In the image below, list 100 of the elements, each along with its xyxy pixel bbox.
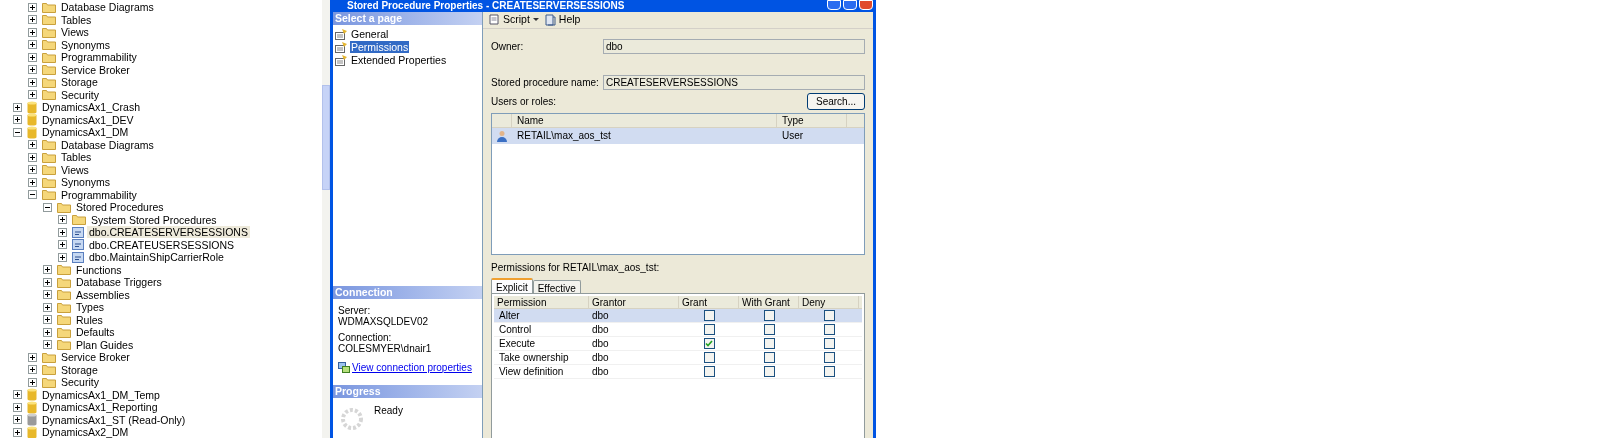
minimize-icon[interactable] — [827, 0, 841, 10]
expand-icon[interactable] — [28, 77, 37, 87]
column-header[interactable]: Deny — [799, 295, 859, 308]
tree-item[interactable]: Views — [59, 26, 91, 39]
help-button[interactable]: Help — [544, 12, 581, 28]
tree-item[interactable]: Types — [74, 301, 106, 314]
page-item[interactable]: Extended Properties — [350, 54, 448, 66]
tree-item[interactable]: DynamicsAx1_ST (Read-Only) — [40, 413, 188, 426]
checkbox[interactable] — [823, 351, 835, 363]
tree-item[interactable]: DynamicsAx1_DM_Temp — [40, 388, 162, 401]
collapse-icon[interactable] — [43, 202, 52, 212]
checkbox[interactable] — [763, 309, 775, 321]
checkbox[interactable] — [823, 337, 835, 349]
expand-icon[interactable] — [58, 252, 67, 262]
tree-item[interactable]: DynamicsAx2_DM — [40, 426, 131, 438]
expand-icon[interactable] — [28, 65, 37, 75]
tree-item[interactable]: Tables — [59, 151, 94, 164]
expand-icon[interactable] — [13, 402, 22, 412]
tree-item[interactable]: Database Diagrams — [59, 1, 156, 14]
column-header[interactable]: Grant — [679, 295, 739, 308]
owner-field[interactable]: dbo — [603, 38, 865, 54]
tree-item[interactable]: DynamicsAx1_Crash — [40, 101, 143, 114]
tree-item[interactable]: Programmability — [59, 188, 139, 201]
tree-item[interactable]: dbo.MaintainShipCarrierRole — [87, 251, 226, 264]
expand-icon[interactable] — [43, 265, 52, 275]
page-item[interactable]: Permissions — [350, 41, 410, 53]
tree-item[interactable]: Rules — [74, 313, 105, 326]
column-header[interactable]: Name — [512, 113, 777, 127]
permission-row[interactable]: Control dbo — [494, 322, 862, 337]
tree-item[interactable]: Database Diagrams — [59, 138, 156, 151]
tree-item[interactable]: Service Broker — [59, 351, 132, 364]
expand-icon[interactable] — [13, 390, 22, 400]
checkbox[interactable] — [823, 365, 835, 377]
expand-icon[interactable] — [28, 140, 37, 150]
expand-icon[interactable] — [43, 277, 52, 287]
checkbox[interactable] — [703, 337, 715, 349]
view-connection-properties-link[interactable]: View connection properties — [352, 362, 472, 373]
tree-item[interactable]: Synonyms — [59, 38, 113, 51]
checkbox[interactable] — [703, 351, 715, 363]
tree-item[interactable]: DynamicsAx1_Reporting — [40, 401, 160, 414]
expand-icon[interactable] — [13, 115, 22, 125]
tree-item[interactable]: System Stored Procedures — [89, 213, 219, 226]
tree-item[interactable]: Stored Procedures — [74, 201, 166, 214]
column-header[interactable]: Permission — [494, 295, 589, 308]
expand-icon[interactable] — [43, 290, 52, 300]
scrollbar-thumb[interactable] — [322, 85, 330, 190]
script-button[interactable]: Script — [488, 12, 539, 28]
expand-icon[interactable] — [28, 352, 37, 362]
expand-icon[interactable] — [28, 365, 37, 375]
expand-icon[interactable] — [13, 427, 22, 437]
search-button[interactable]: Search... — [807, 92, 865, 110]
column-header[interactable]: Type — [777, 113, 847, 127]
tree-item[interactable]: DynamicsAx1_DM — [40, 126, 131, 139]
expand-icon[interactable] — [28, 40, 37, 50]
expand-icon[interactable] — [28, 2, 37, 12]
permission-row[interactable]: Execute dbo — [494, 336, 862, 351]
tree-item[interactable]: Service Broker — [59, 63, 132, 76]
tree-item[interactable]: Views — [59, 163, 91, 176]
tree-item[interactable]: Security — [59, 376, 101, 389]
expand-icon[interactable] — [58, 240, 67, 250]
tree-item[interactable]: Storage — [59, 76, 100, 89]
tree-item[interactable]: Security — [59, 88, 101, 101]
expand-icon[interactable] — [28, 377, 37, 387]
checkbox[interactable] — [763, 365, 775, 377]
tree-item[interactable]: Assemblies — [74, 288, 132, 301]
tree-item[interactable]: DynamicsAx1_DEV — [40, 113, 136, 126]
permission-row[interactable]: Take ownership dbo — [494, 350, 862, 365]
tree-item[interactable]: dbo.CREATESERVERSESSIONS — [87, 226, 250, 239]
expand-icon[interactable] — [28, 27, 37, 37]
expand-icon[interactable] — [43, 315, 52, 325]
maximize-icon[interactable] — [843, 0, 857, 10]
expand-icon[interactable] — [28, 90, 37, 100]
expand-icon[interactable] — [43, 340, 52, 350]
tree-item[interactable]: dbo.CREATEUSERSESSIONS — [87, 238, 237, 251]
tab[interactable]: Explicit — [491, 277, 533, 293]
tab[interactable]: Effective — [532, 279, 581, 293]
expand-icon[interactable] — [28, 15, 37, 25]
expand-icon[interactable] — [58, 227, 67, 237]
tree-item[interactable]: Tables — [59, 13, 94, 26]
expand-icon[interactable] — [28, 177, 37, 187]
tree-item[interactable]: Defaults — [74, 326, 117, 339]
tree-item[interactable]: Programmability — [59, 51, 139, 64]
expand-icon[interactable] — [28, 52, 37, 62]
checkbox[interactable] — [703, 323, 715, 335]
checkbox[interactable] — [703, 309, 715, 321]
tree-item[interactable]: Functions — [74, 263, 124, 276]
checkbox[interactable] — [763, 351, 775, 363]
checkbox[interactable] — [763, 323, 775, 335]
checkbox[interactable] — [823, 309, 835, 321]
page-item[interactable]: General — [350, 28, 390, 40]
expand-icon[interactable] — [28, 165, 37, 175]
checkbox[interactable] — [703, 365, 715, 377]
column-header[interactable]: With Grant — [739, 295, 799, 308]
collapse-icon[interactable] — [28, 190, 37, 200]
checkbox[interactable] — [823, 323, 835, 335]
expand-icon[interactable] — [43, 302, 52, 312]
tree-item[interactable]: Synonyms — [59, 176, 113, 189]
column-header[interactable]: Grantor — [589, 295, 679, 308]
expand-icon[interactable] — [28, 152, 37, 162]
expand-icon[interactable] — [13, 102, 22, 112]
